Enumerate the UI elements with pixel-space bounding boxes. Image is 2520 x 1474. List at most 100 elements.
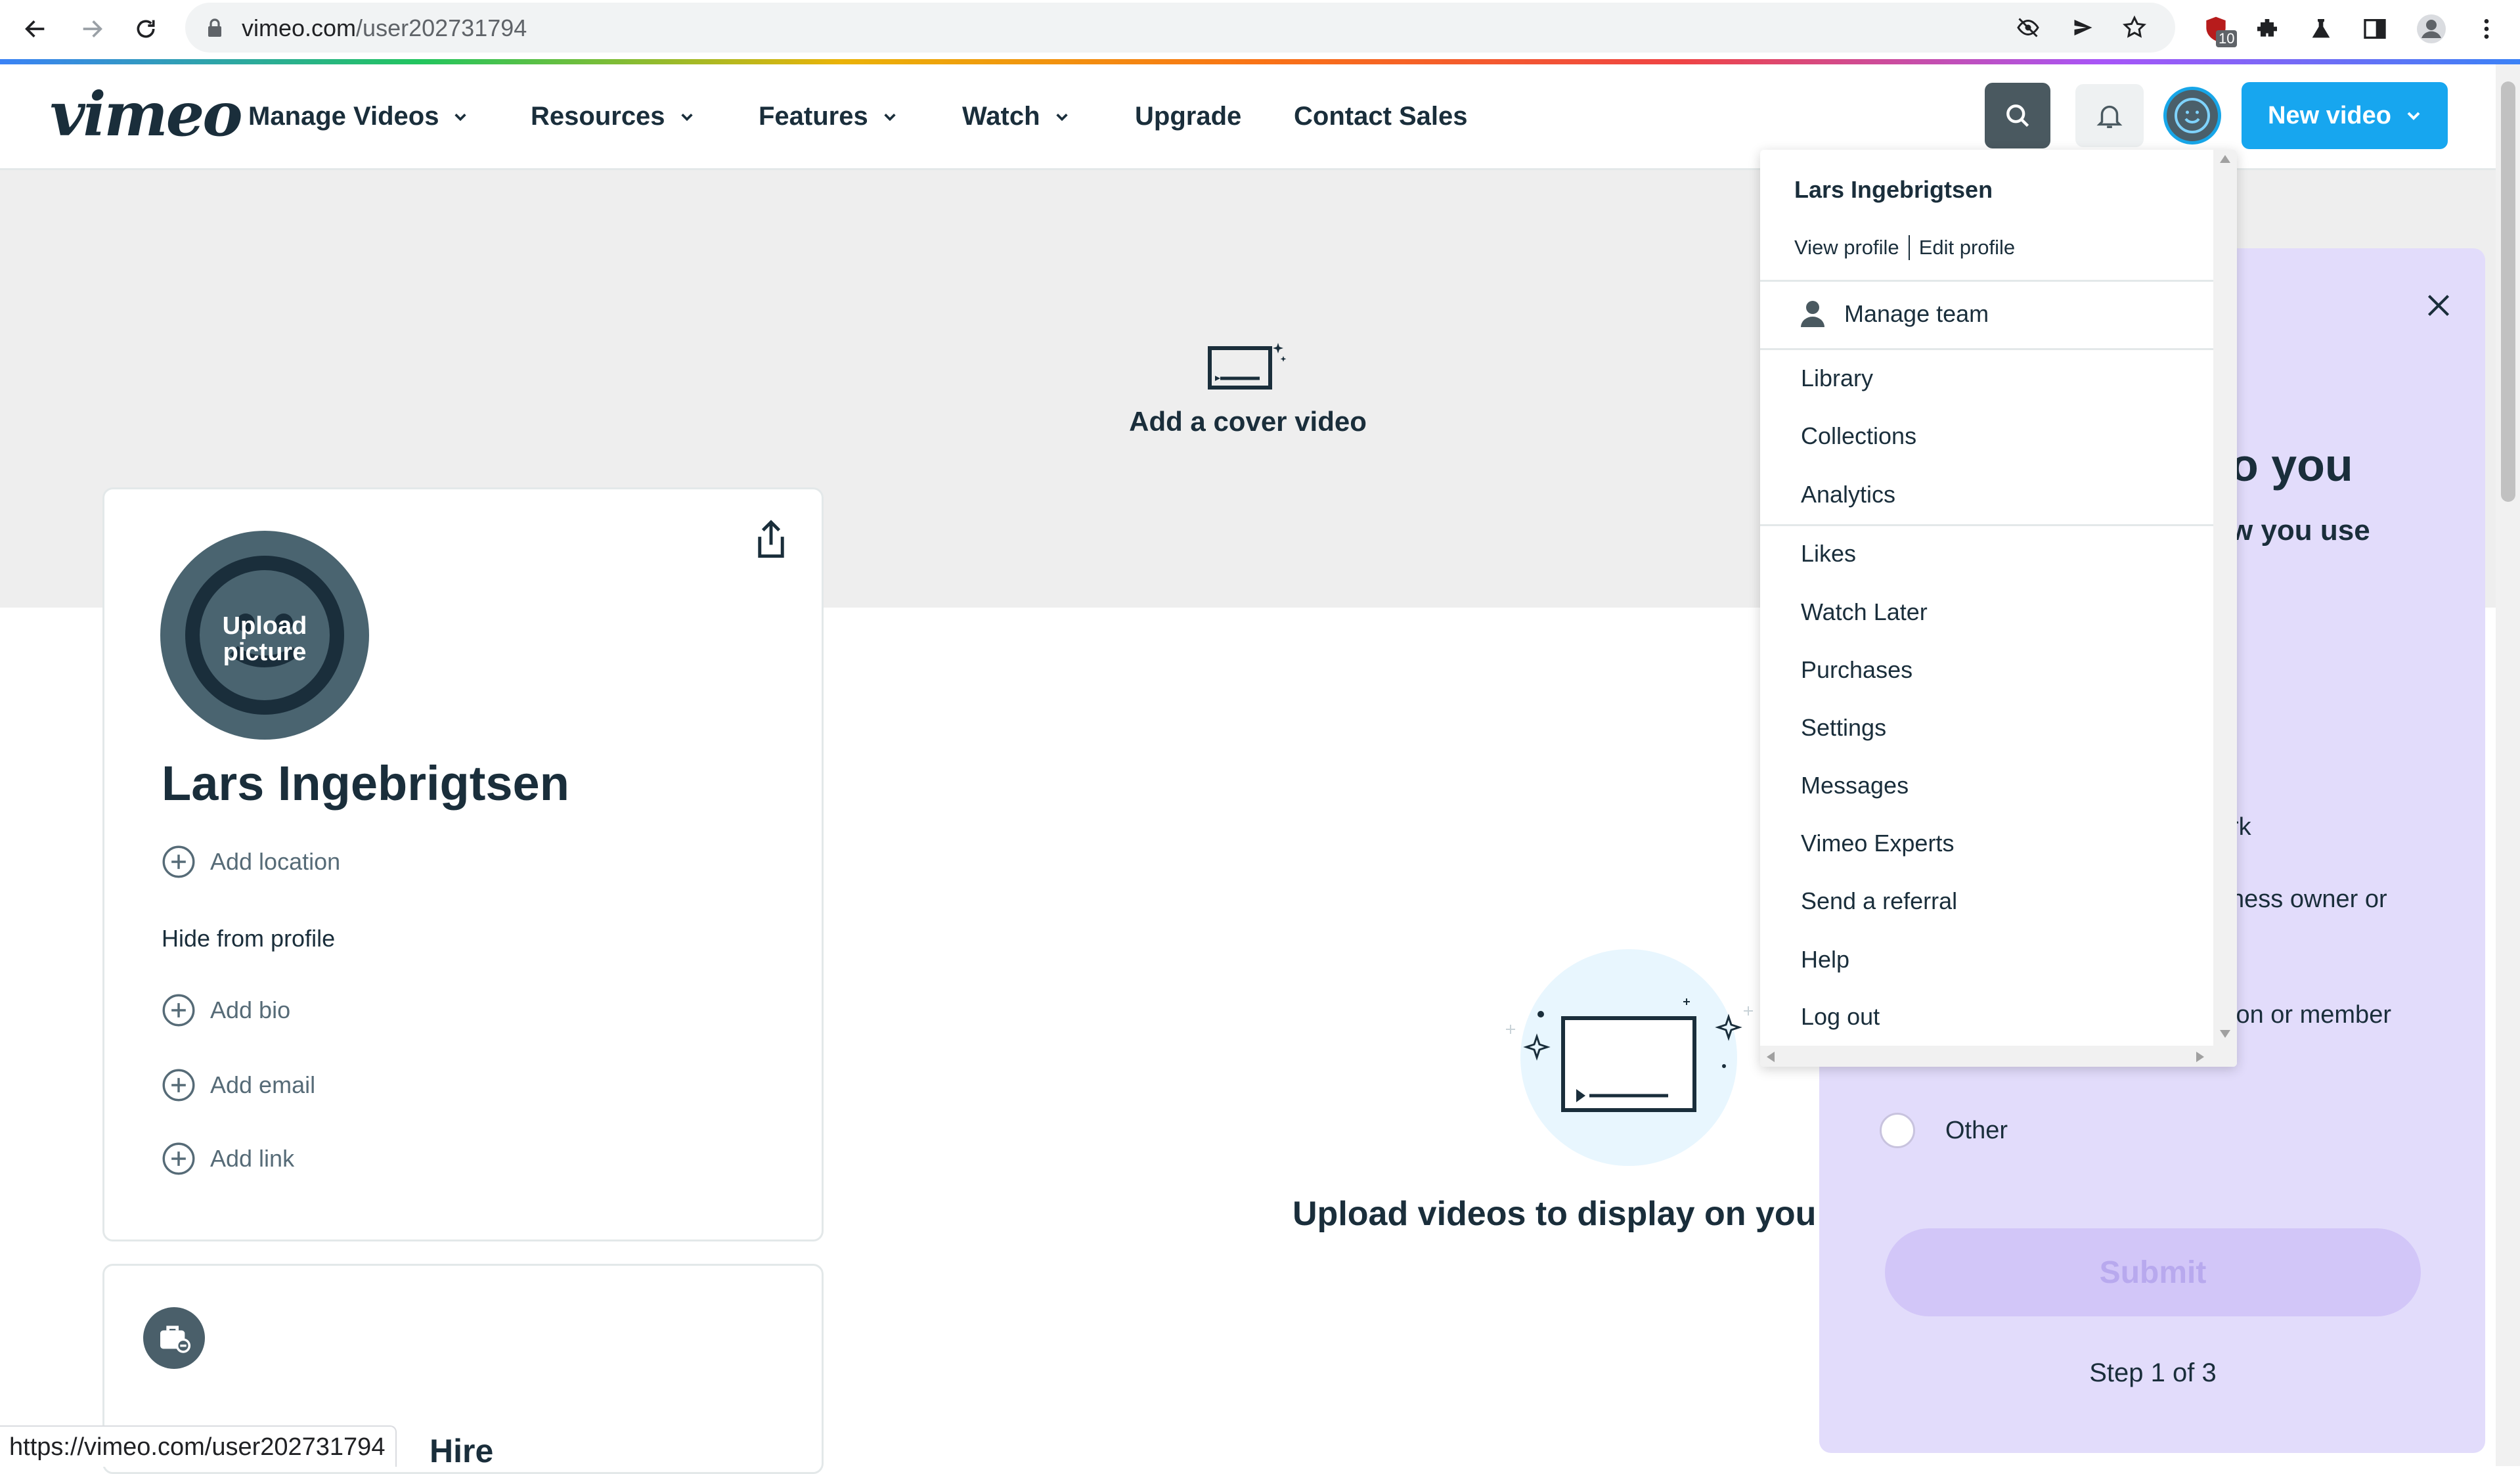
new-video-label: New video	[2268, 101, 2391, 129]
menu-item-likes[interactable]: Likes	[1801, 540, 1856, 568]
extension-badge: 10	[2216, 30, 2238, 47]
menu-item-help[interactable]: Help	[1801, 946, 1849, 973]
view-profile-link[interactable]: View profile	[1794, 236, 1899, 259]
add-location-label: Add location	[210, 848, 341, 875]
bookmark-star-icon[interactable]	[2121, 14, 2148, 41]
share-icon[interactable]	[751, 519, 791, 561]
menu-item-settings[interactable]: Settings	[1801, 714, 1886, 742]
nav-watch[interactable]: Watch	[962, 102, 1069, 131]
forward-icon[interactable]	[72, 9, 112, 49]
new-video-button[interactable]: New video	[2242, 82, 2448, 149]
notifications-button[interactable]	[2075, 84, 2144, 147]
chevron-down-icon	[884, 113, 896, 121]
upload-illustration	[1506, 949, 1753, 1166]
url-text: vimeo.com/user202731794	[242, 14, 527, 41]
link-divider	[1908, 235, 1910, 260]
survey-radio-other[interactable]	[1880, 1113, 1915, 1148]
menu-item-library[interactable]: Library	[1801, 365, 1873, 392]
menu-divider	[1760, 524, 2213, 526]
nav-label: Watch	[962, 102, 1040, 131]
page-scrollbar-thumb[interactable]	[2501, 81, 2515, 502]
load-progress-bar	[0, 59, 2520, 64]
scroll-right-arrow-icon[interactable]	[2196, 1052, 2204, 1062]
extensions-puzzle-icon[interactable]	[2247, 9, 2287, 49]
menu-horizontal-scrollbar[interactable]	[1760, 1046, 2237, 1067]
browser-toolbar: vimeo.com/user202731794 10	[0, 0, 2520, 59]
menu-vertical-scrollbar[interactable]	[2213, 150, 2237, 1046]
cover-video-icon	[1208, 343, 1287, 390]
bell-icon	[2096, 105, 2123, 128]
menu-item-send-referral[interactable]: Send a referral	[1801, 887, 1957, 915]
menu-item-watch-later[interactable]: Watch Later	[1801, 598, 1928, 626]
edit-profile-link[interactable]: Edit profile	[1919, 236, 2015, 259]
send-icon[interactable]	[2070, 16, 2096, 39]
survey-option-label[interactable]: ness owner or	[2230, 885, 2387, 914]
submit-button[interactable]: Submit	[1885, 1228, 2421, 1316]
nav-manage-videos[interactable]: Manage Videos	[248, 102, 468, 131]
plus-circle-icon	[162, 1142, 195, 1175]
address-bar[interactable]: vimeo.com/user202731794	[185, 3, 2175, 53]
scroll-up-arrow-icon[interactable]	[2220, 155, 2230, 163]
extension-shield-icon[interactable]: 10	[2196, 9, 2238, 49]
add-link-label: Add link	[210, 1145, 295, 1172]
browser-menu-icon[interactable]	[2467, 9, 2506, 49]
upload-picture-button[interactable]: Upload picture	[160, 531, 369, 740]
close-icon[interactable]	[2422, 289, 2455, 322]
search-button[interactable]	[1985, 83, 2050, 148]
nav-contact-sales[interactable]: Contact Sales	[1294, 102, 1468, 131]
nav-label: Contact Sales	[1294, 102, 1468, 131]
nav-features[interactable]: Features	[759, 102, 897, 131]
add-email-button[interactable]: Add email	[162, 1068, 315, 1102]
add-bio-label: Add bio	[210, 996, 291, 1023]
chevron-down-icon	[1055, 113, 1068, 121]
scroll-left-arrow-icon[interactable]	[1767, 1052, 1775, 1062]
person-icon	[1801, 301, 1824, 327]
menu-divider	[1760, 348, 2213, 350]
menu-user-name: Lars Ingebrigtsen	[1794, 176, 1993, 203]
add-bio-button[interactable]: Add bio	[162, 993, 290, 1027]
briefcase-icon	[160, 1326, 191, 1353]
back-icon[interactable]	[16, 9, 55, 49]
menu-item-analytics[interactable]: Analytics	[1801, 481, 1895, 508]
nav-resources[interactable]: Resources	[531, 102, 694, 131]
lock-icon	[208, 18, 221, 37]
menu-item-messages[interactable]: Messages	[1801, 772, 1909, 799]
labs-flask-icon[interactable]	[2301, 9, 2341, 49]
menu-item-collections[interactable]: Collections	[1801, 422, 1916, 450]
survey-option-other-label[interactable]: Other	[1945, 1117, 2008, 1145]
account-menu: Lars Ingebrigtsen View profile Edit prof…	[1760, 150, 2237, 1067]
eye-off-icon[interactable]	[2015, 16, 2041, 39]
plus-circle-icon	[162, 845, 195, 878]
profile-links: View profile Edit profile	[1794, 235, 2015, 260]
browser-profile-icon[interactable]	[2412, 9, 2451, 49]
nav-upgrade[interactable]: Upgrade	[1135, 102, 1241, 131]
survey-subheading: w you use	[2230, 514, 2370, 547]
reload-icon[interactable]	[126, 9, 166, 49]
nav-label: Resources	[531, 102, 665, 131]
menu-item-log-out[interactable]: Log out	[1801, 1003, 1880, 1031]
profile-name: Lars Ingebrigtsen	[162, 756, 569, 811]
menu-divider	[1760, 280, 2213, 282]
side-panel-icon[interactable]	[2355, 9, 2395, 49]
hide-from-profile-link[interactable]: Hide from profile	[162, 925, 335, 952]
user-avatar-button[interactable]	[2163, 87, 2221, 145]
chevron-down-icon	[680, 113, 693, 121]
vimeo-logo[interactable]: vimeo	[50, 79, 243, 150]
add-link-button[interactable]: Add link	[162, 1142, 294, 1176]
survey-option-label[interactable]: ion or member	[2230, 1001, 2391, 1029]
menu-item-purchases[interactable]: Purchases	[1801, 656, 1912, 684]
add-location-button[interactable]: Add location	[162, 845, 340, 879]
chevron-down-icon	[454, 113, 467, 121]
plus-circle-icon	[162, 1069, 195, 1102]
add-email-label: Add email	[210, 1071, 316, 1098]
empty-state-text: Upload videos to display on you	[1293, 1195, 1817, 1233]
search-icon	[2006, 104, 2029, 127]
add-cover-video-label[interactable]: Add a cover video	[1116, 406, 1379, 437]
menu-item-vimeo-experts[interactable]: Vimeo Experts	[1801, 830, 1954, 857]
hire-briefcase-button[interactable]	[143, 1307, 205, 1369]
chevron-down-icon	[2407, 112, 2420, 120]
scroll-down-arrow-icon[interactable]	[2220, 1030, 2230, 1038]
upload-picture-label: Upload picture	[222, 612, 307, 666]
nav-label: Upgrade	[1135, 102, 1242, 131]
manage-team-item[interactable]: Manage team	[1800, 300, 1989, 328]
